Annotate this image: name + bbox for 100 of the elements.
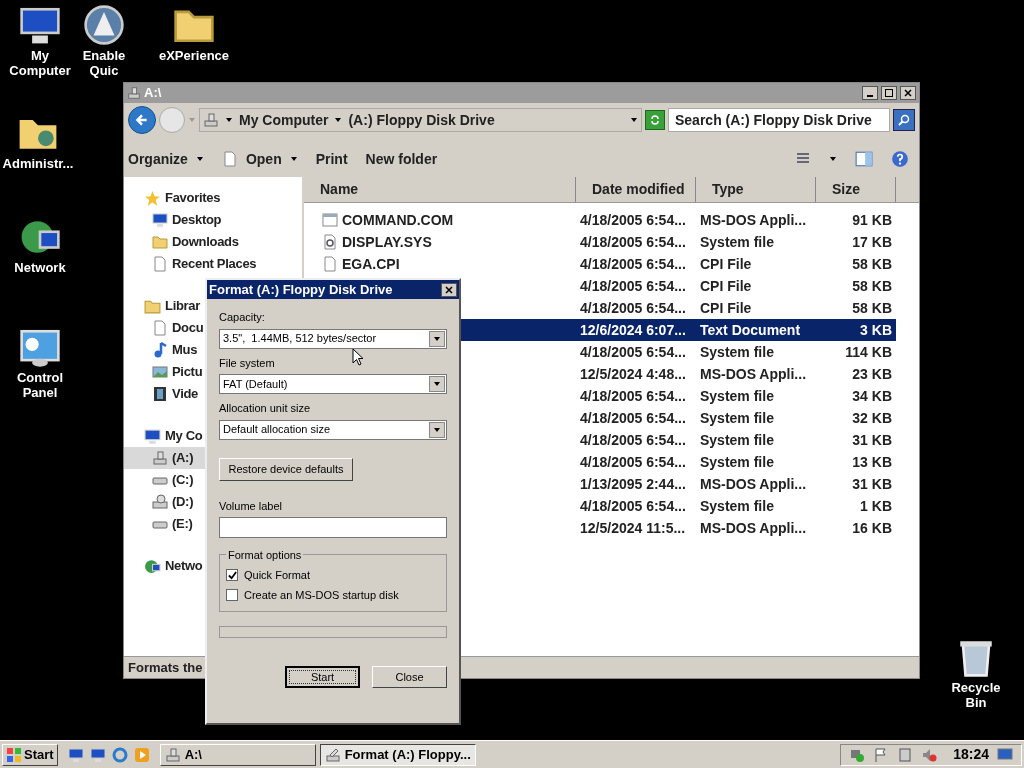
caret-icon (433, 425, 441, 434)
breadcrumb-item[interactable]: My Computer (239, 109, 329, 131)
start-button[interactable]: Start (2, 743, 58, 766)
check-icon (227, 570, 237, 580)
browser-icon[interactable] (111, 746, 128, 763)
breadcrumb-item[interactable]: (A:) Floppy Disk Drive (348, 109, 495, 131)
nav-item[interactable]: Recent Places (124, 253, 257, 275)
caret-icon (630, 116, 638, 124)
dropdown[interactable]: Default allocation size (219, 419, 447, 440)
desktop-icon-label[interactable]: My Computer (9, 48, 71, 78)
dialog-button[interactable]: Start (285, 666, 360, 688)
help-icon[interactable] (891, 150, 909, 168)
taskbar-button[interactable]: A:\ (159, 743, 316, 766)
nav-group[interactable]: Netwo (165, 556, 203, 576)
nav-item[interactable]: (A:) (124, 447, 205, 469)
nav-group[interactable]: My Co (165, 426, 203, 446)
search-icon (898, 114, 910, 126)
desktop-icon-label[interactable]: Recycle Bin (951, 680, 1001, 710)
nav-group[interactable]: Favorites (165, 188, 221, 208)
date-cell-text: 4/18/2005 6:54... (579, 254, 687, 274)
file-icon (322, 212, 338, 228)
restore-defaults-button[interactable]: Restore device defaults (219, 457, 353, 481)
dropdown[interactable]: 3.5", 1.44MB, 512 bytes/sector (219, 328, 447, 349)
nav-item[interactable]: Pictu (124, 361, 205, 383)
toolbar-button[interactable]: New folder (365, 148, 438, 170)
type-cell-text: System file (699, 430, 775, 450)
search-field[interactable]: Search (A:) Floppy Disk Drive (668, 108, 890, 132)
preview-pane-icon[interactable] (855, 150, 873, 168)
toolbar-button[interactable]: Print (315, 148, 348, 170)
caret-icon (188, 116, 196, 124)
nav-item[interactable]: Mus (124, 339, 205, 361)
column-header[interactable]: Type (696, 177, 816, 202)
column-header[interactable]: Name (304, 177, 576, 202)
checkbox[interactable] (226, 588, 238, 601)
column-header[interactable]: Size (816, 177, 896, 202)
nav-item[interactable]: Vide (124, 383, 205, 405)
desktop-icon-label[interactable]: Control Panel (16, 370, 64, 400)
clock[interactable]: 18:24 (953, 744, 989, 765)
caret-icon (433, 380, 441, 388)
desktop-icon-label[interactable]: Network (14, 260, 66, 275)
nav-item[interactable]: Desktop (124, 209, 222, 231)
desktop-icon-label[interactable]: Administr... (2, 156, 74, 171)
nav-group[interactable]: Librar (165, 296, 201, 316)
search-placeholder: Search (A:) Floppy Disk Drive (675, 110, 872, 130)
date-cell-text: 4/18/2005 6:54... (579, 386, 687, 406)
field-label: Capacity: (219, 310, 265, 325)
nav-item[interactable]: (D:) (124, 491, 205, 513)
dropdown[interactable]: FAT (Default) (219, 374, 447, 394)
mouse-cursor-icon (352, 348, 364, 366)
close-button[interactable] (441, 282, 457, 297)
dialog-button[interactable]: Close (372, 666, 447, 688)
size-cell-text: 1 KB (859, 496, 893, 516)
windows-logo-icon (6, 746, 22, 763)
floppy-icon (203, 112, 219, 128)
close-button[interactable] (900, 86, 916, 100)
status-text: Formats the (128, 658, 203, 677)
caret-icon (829, 155, 837, 163)
toolbar-button[interactable]: Open (221, 148, 298, 170)
desktop-icon-label[interactable]: eXPerience (158, 48, 230, 63)
nav-item[interactable]: (C:) (124, 469, 205, 491)
search-button[interactable] (893, 109, 915, 131)
field-label: Allocation unit size (219, 401, 311, 416)
show-desktop-icon[interactable] (997, 746, 1013, 763)
file-row[interactable]: EGA.CPI 4/18/2005 6:54... CPI File 58 KB (304, 253, 896, 275)
file-row[interactable]: COMMAND.COM 4/18/2005 6:54... MS-DOS Appli... 91 KB (304, 209, 896, 231)
back-button[interactable] (128, 106, 156, 134)
size-cell-text: 13 KB (851, 452, 893, 472)
address-bar[interactable]: My Computer (A:) Floppy Disk Drive (199, 108, 642, 132)
desktop-icon-label[interactable]: Enable Quic (82, 48, 126, 78)
refresh-button[interactable] (645, 110, 665, 130)
drive-pen-icon (324, 746, 341, 763)
refresh-icon (650, 115, 660, 125)
network-icon (144, 557, 161, 575)
cd-icon (152, 494, 168, 510)
type-cell-text: MS-DOS Appli... (699, 364, 808, 384)
file-row[interactable]: DISPLAY.SYS 4/18/2005 6:54... System file 17 KB (304, 231, 896, 253)
app-icon (83, 4, 125, 46)
picture-icon (152, 364, 168, 380)
maximize-icon (885, 89, 893, 97)
nav-item[interactable]: Docu (124, 317, 205, 339)
type-cell-text: System file (699, 386, 775, 406)
column-header[interactable]: Date modified (576, 177, 696, 202)
type-cell-text: MS-DOS Appli... (699, 210, 808, 230)
size-cell-text: 32 KB (851, 408, 893, 428)
nav-item[interactable]: (E:) (124, 513, 205, 535)
maximize-button[interactable] (881, 86, 897, 100)
taskbar-button[interactable]: Format (A:) Floppy... (319, 743, 476, 766)
type-cell-text: System file (699, 342, 775, 362)
date-cell-text: 12/5/2024 4:48... (579, 364, 687, 384)
date-cell-text: 4/18/2005 6:54... (579, 408, 687, 428)
doc-icon (152, 320, 168, 336)
toolbar-button[interactable]: Organize (128, 148, 204, 170)
volume-label-field[interactable] (219, 517, 447, 538)
caret-icon (334, 116, 343, 124)
checkbox[interactable] (226, 569, 238, 582)
date-cell-text: 1/13/2095 2:44... (579, 474, 687, 494)
minimize-button[interactable] (862, 86, 878, 100)
field-label: File system (219, 355, 275, 371)
close-icon (445, 285, 453, 294)
nav-item[interactable]: Downloads (124, 231, 239, 253)
